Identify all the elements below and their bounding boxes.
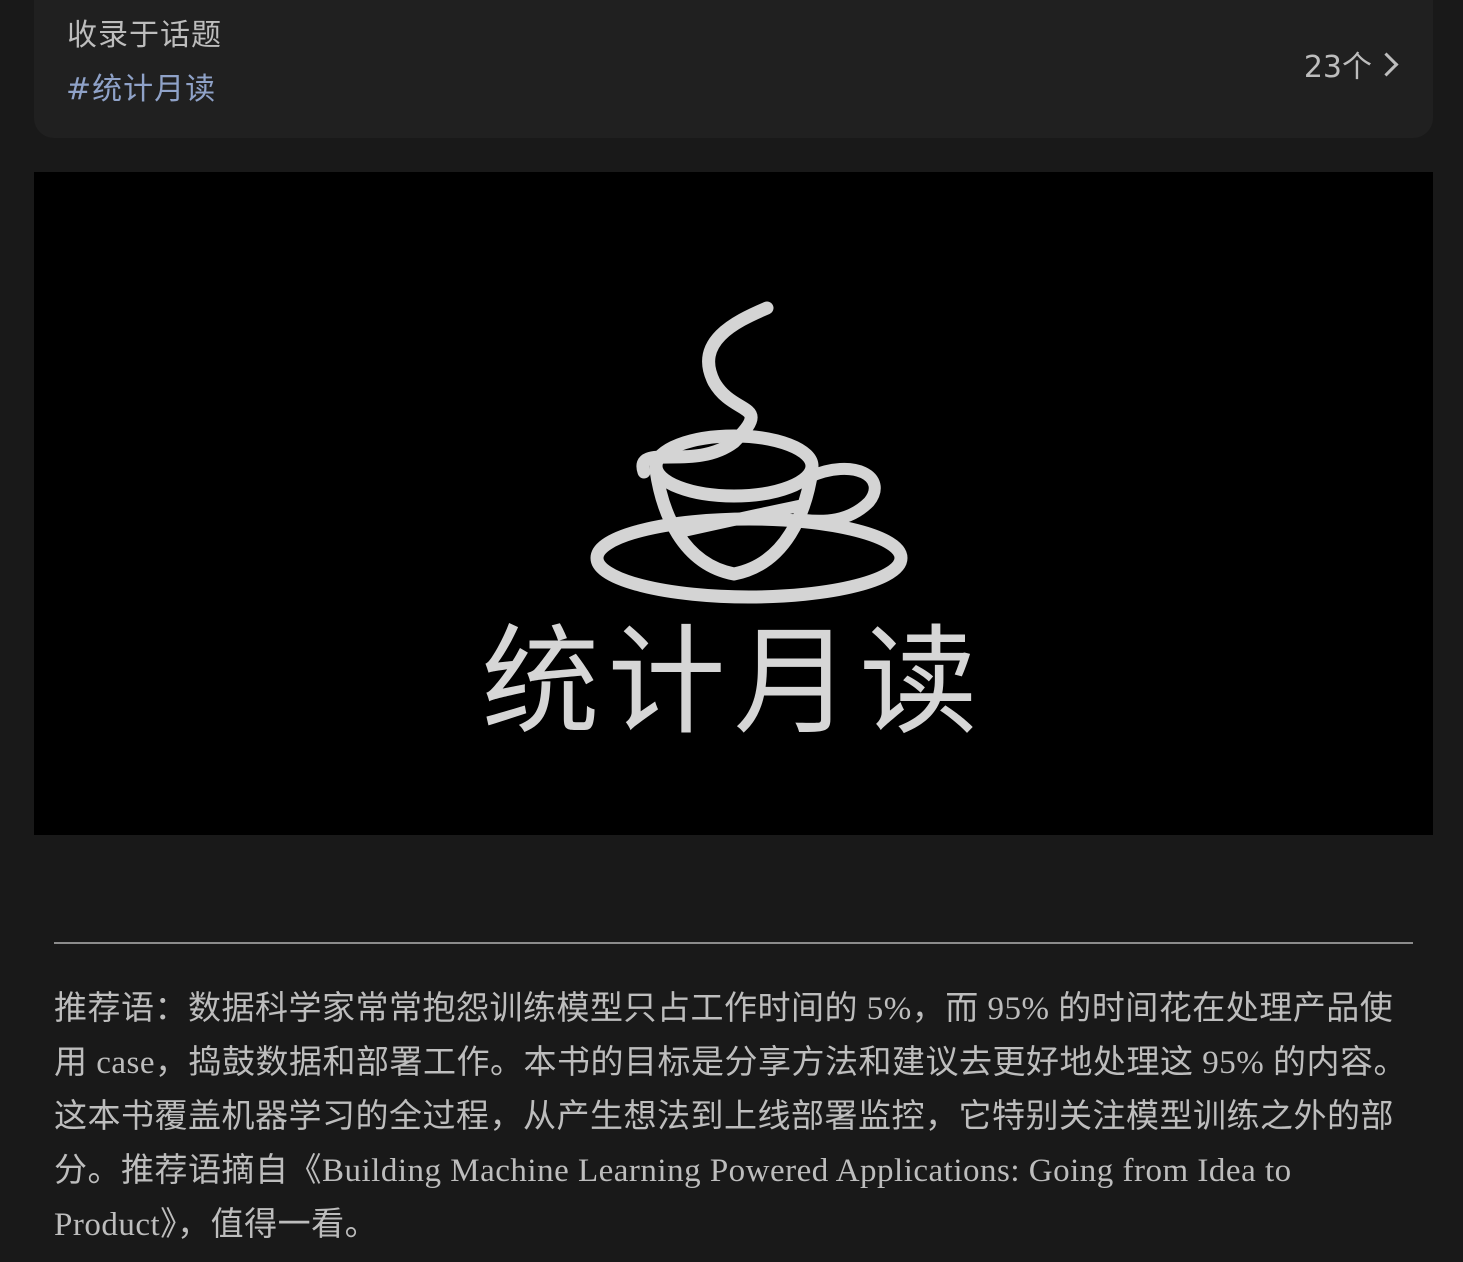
chevron-right-icon xyxy=(1374,51,1399,77)
topic-count-link[interactable]: 23个 xyxy=(1304,42,1399,86)
topic-heading: 收录于话题 xyxy=(67,18,222,53)
recommendation-text: 推荐语：数据科学家常常抱怨训练模型只占工作时间的 5%，而 95% 的时间花在处… xyxy=(54,991,1408,1243)
topic-count: 23个 xyxy=(1303,50,1372,85)
banner-image: 统计月读 xyxy=(34,172,1433,835)
topic-card[interactable]: 收录于话题 #统计月读 23个 xyxy=(34,0,1433,138)
divider xyxy=(54,942,1413,944)
article-page: 收录于话题 #统计月读 23个 统计月读 推荐语：数据科学家常常抱怨训练模型只占… xyxy=(0,0,1463,1262)
topic-tag-link[interactable]: #统计月读 xyxy=(66,70,216,110)
banner-title: 统计月读 xyxy=(481,613,986,751)
